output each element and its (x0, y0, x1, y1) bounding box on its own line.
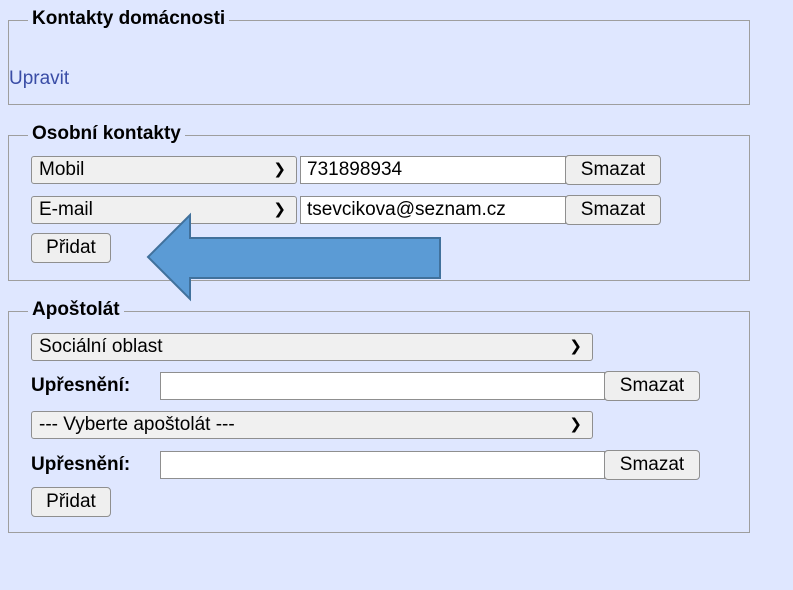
left-arrow-icon (146, 212, 441, 302)
household-contacts-fieldset: Kontakty domácnosti Upravit (8, 7, 750, 105)
delete-apostolate-button-2[interactable]: Smazat (604, 450, 700, 480)
chevron-down-icon: ❯ (569, 416, 582, 433)
detail-input-1[interactable] (160, 372, 605, 400)
chevron-down-icon: ❯ (569, 338, 582, 355)
contact-type-value: E-mail (39, 199, 93, 220)
detail-label: Upřesnění: (31, 454, 131, 475)
delete-apostolate-button-1[interactable]: Smazat (604, 371, 700, 401)
contact-value-text: 731898934 (307, 159, 403, 180)
apostolate-select-2[interactable]: --- Vyberte apoštolát --- ❯ (31, 411, 593, 439)
delete-contact-button-email[interactable]: Smazat (565, 195, 661, 225)
add-apostolate-button[interactable]: Přidat (31, 487, 111, 517)
edit-household-link[interactable]: Upravit (9, 67, 69, 91)
apostolate-select-1[interactable]: Sociální oblast ❯ (31, 333, 593, 361)
apostolate-legend: Apoštolát (28, 298, 124, 322)
add-contact-button[interactable]: Přidat (31, 233, 111, 263)
apostolate-select-value: Sociální oblast (39, 336, 163, 357)
delete-contact-button-mobil[interactable]: Smazat (565, 155, 661, 185)
chevron-down-icon: ❯ (273, 161, 286, 178)
detail-input-2[interactable] (160, 451, 605, 479)
apostolate-fieldset: Apoštolát Sociální oblast ❯ Upřesnění: S… (8, 298, 750, 533)
personal-contacts-legend: Osobní kontakty (28, 122, 185, 146)
contact-type-value: Mobil (39, 159, 85, 180)
apostolate-select-value: --- Vyberte apoštolát --- (39, 414, 235, 435)
contact-value-input-mobil[interactable]: 731898934 (300, 156, 566, 184)
contact-type-select-mobil[interactable]: Mobil ❯ (31, 156, 297, 184)
household-contacts-legend: Kontakty domácnosti (28, 7, 230, 31)
detail-label: Upřesnění: (31, 375, 131, 396)
